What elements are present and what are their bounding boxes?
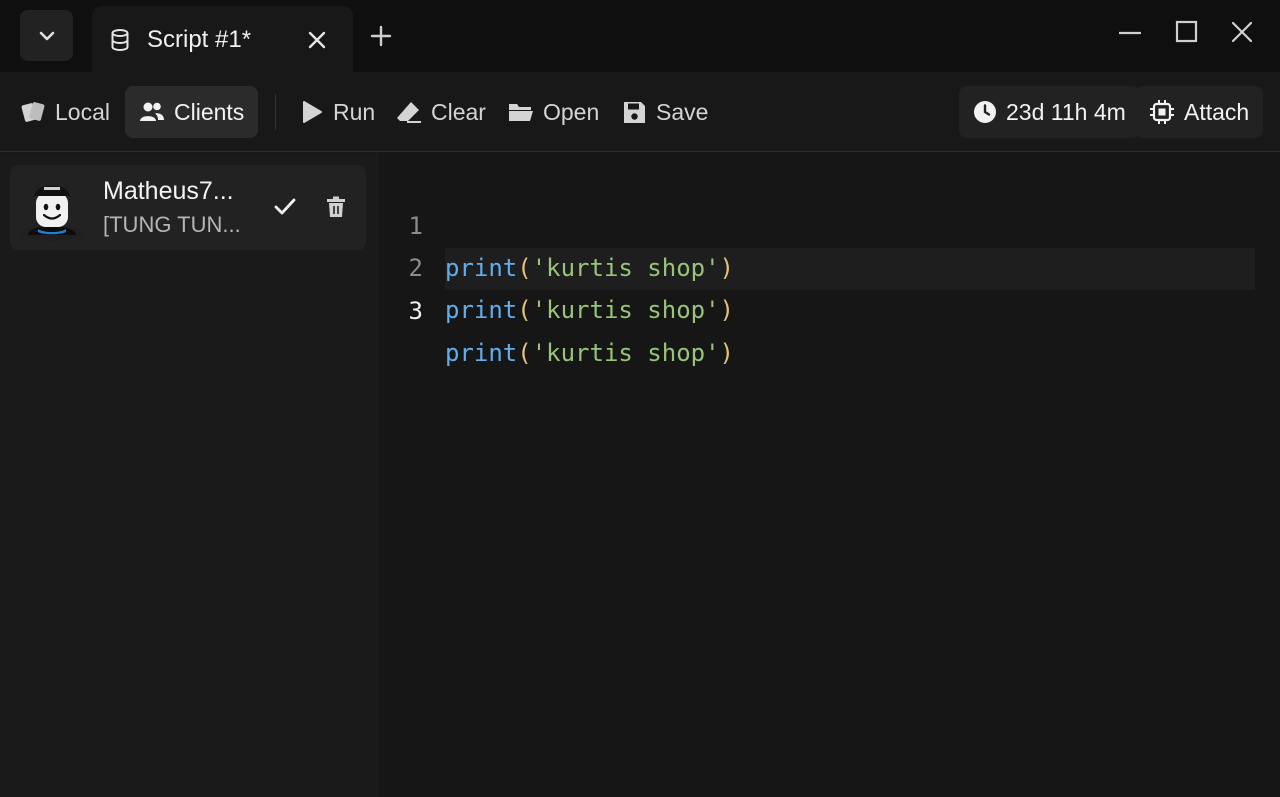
open-button-label: Open — [543, 98, 600, 125]
attach-button[interactable]: Attach — [1135, 86, 1264, 138]
token-paren: ( — [517, 296, 532, 324]
local-button-label: Local — [55, 98, 110, 125]
clear-button-label: Clear — [431, 98, 486, 125]
code-line[interactable]: 1 print('kurtis shop') — [378, 163, 1258, 282]
play-icon — [303, 101, 322, 123]
token-string: 'kurtis shop' — [531, 296, 720, 324]
code-text: print('kurtis shop') — [445, 289, 734, 331]
code-line[interactable]: 3 print('kurtis shop') — [378, 248, 1258, 367]
run-button-label: Run — [333, 98, 376, 125]
eraser-icon — [397, 102, 421, 123]
client-game-name: [TUNG TUN... — [103, 212, 241, 237]
line-number: 3 — [408, 297, 423, 325]
clients-button[interactable]: Clients — [125, 86, 259, 138]
chevron-down-icon — [39, 31, 54, 40]
floppy-icon — [624, 101, 645, 123]
token-paren: ) — [719, 296, 734, 324]
toolbar: Local Clients Run Clear Open Save 23d 11… — [0, 72, 1280, 152]
clients-sidebar: Matheus7... [TUNG TUN... — [0, 153, 378, 797]
folder-icon — [509, 104, 533, 121]
attach-button-label: Attach — [1184, 98, 1250, 125]
code-line[interactable]: 2 print('kurtis shop') — [378, 205, 1258, 324]
open-button[interactable]: Open — [508, 86, 599, 138]
maximize-icon[interactable] — [1175, 20, 1199, 44]
clear-button[interactable]: Clear — [396, 86, 486, 138]
clients-button-label: Clients — [174, 98, 245, 125]
local-button[interactable]: Local — [20, 86, 110, 138]
clock-icon — [974, 101, 996, 123]
token-string: 'kurtis shop' — [531, 339, 720, 367]
token-paren: ) — [719, 339, 734, 367]
tabs-dropdown-button[interactable] — [20, 10, 73, 61]
code-text: print('kurtis shop') — [445, 332, 734, 374]
code-editor[interactable]: 1 print('kurtis shop') 2 print('kurtis s… — [378, 153, 1280, 797]
run-button[interactable]: Run — [300, 86, 375, 138]
plus-icon[interactable] — [370, 25, 392, 47]
save-button[interactable]: Save — [622, 86, 708, 138]
close-window-icon[interactable] — [1230, 20, 1254, 44]
client-item[interactable]: Matheus7... [TUNG TUN... — [10, 165, 366, 250]
save-button-label: Save — [656, 98, 709, 125]
tab-script-1[interactable]: Script #1* — [92, 6, 353, 72]
title-bar: Script #1* — [0, 0, 1280, 72]
cards-icon — [21, 102, 45, 122]
toolbar-divider — [275, 94, 276, 130]
close-icon[interactable] — [306, 29, 328, 51]
database-icon — [111, 29, 129, 51]
client-name: Matheus7... — [103, 177, 234, 205]
tab-title: Script #1* — [147, 26, 252, 53]
users-icon — [140, 102, 164, 121]
token-function: print — [445, 339, 518, 367]
token-paren: ( — [517, 339, 532, 367]
check-icon[interactable] — [274, 197, 296, 217]
token-function: print — [445, 296, 518, 324]
minimize-icon[interactable] — [1118, 20, 1142, 44]
trash-icon[interactable] — [326, 196, 346, 218]
session-timer: 23d 11h 4m — [959, 86, 1140, 138]
chip-icon — [1150, 100, 1174, 124]
avatar — [22, 185, 82, 241]
timer-text: 23d 11h 4m — [1006, 98, 1126, 125]
